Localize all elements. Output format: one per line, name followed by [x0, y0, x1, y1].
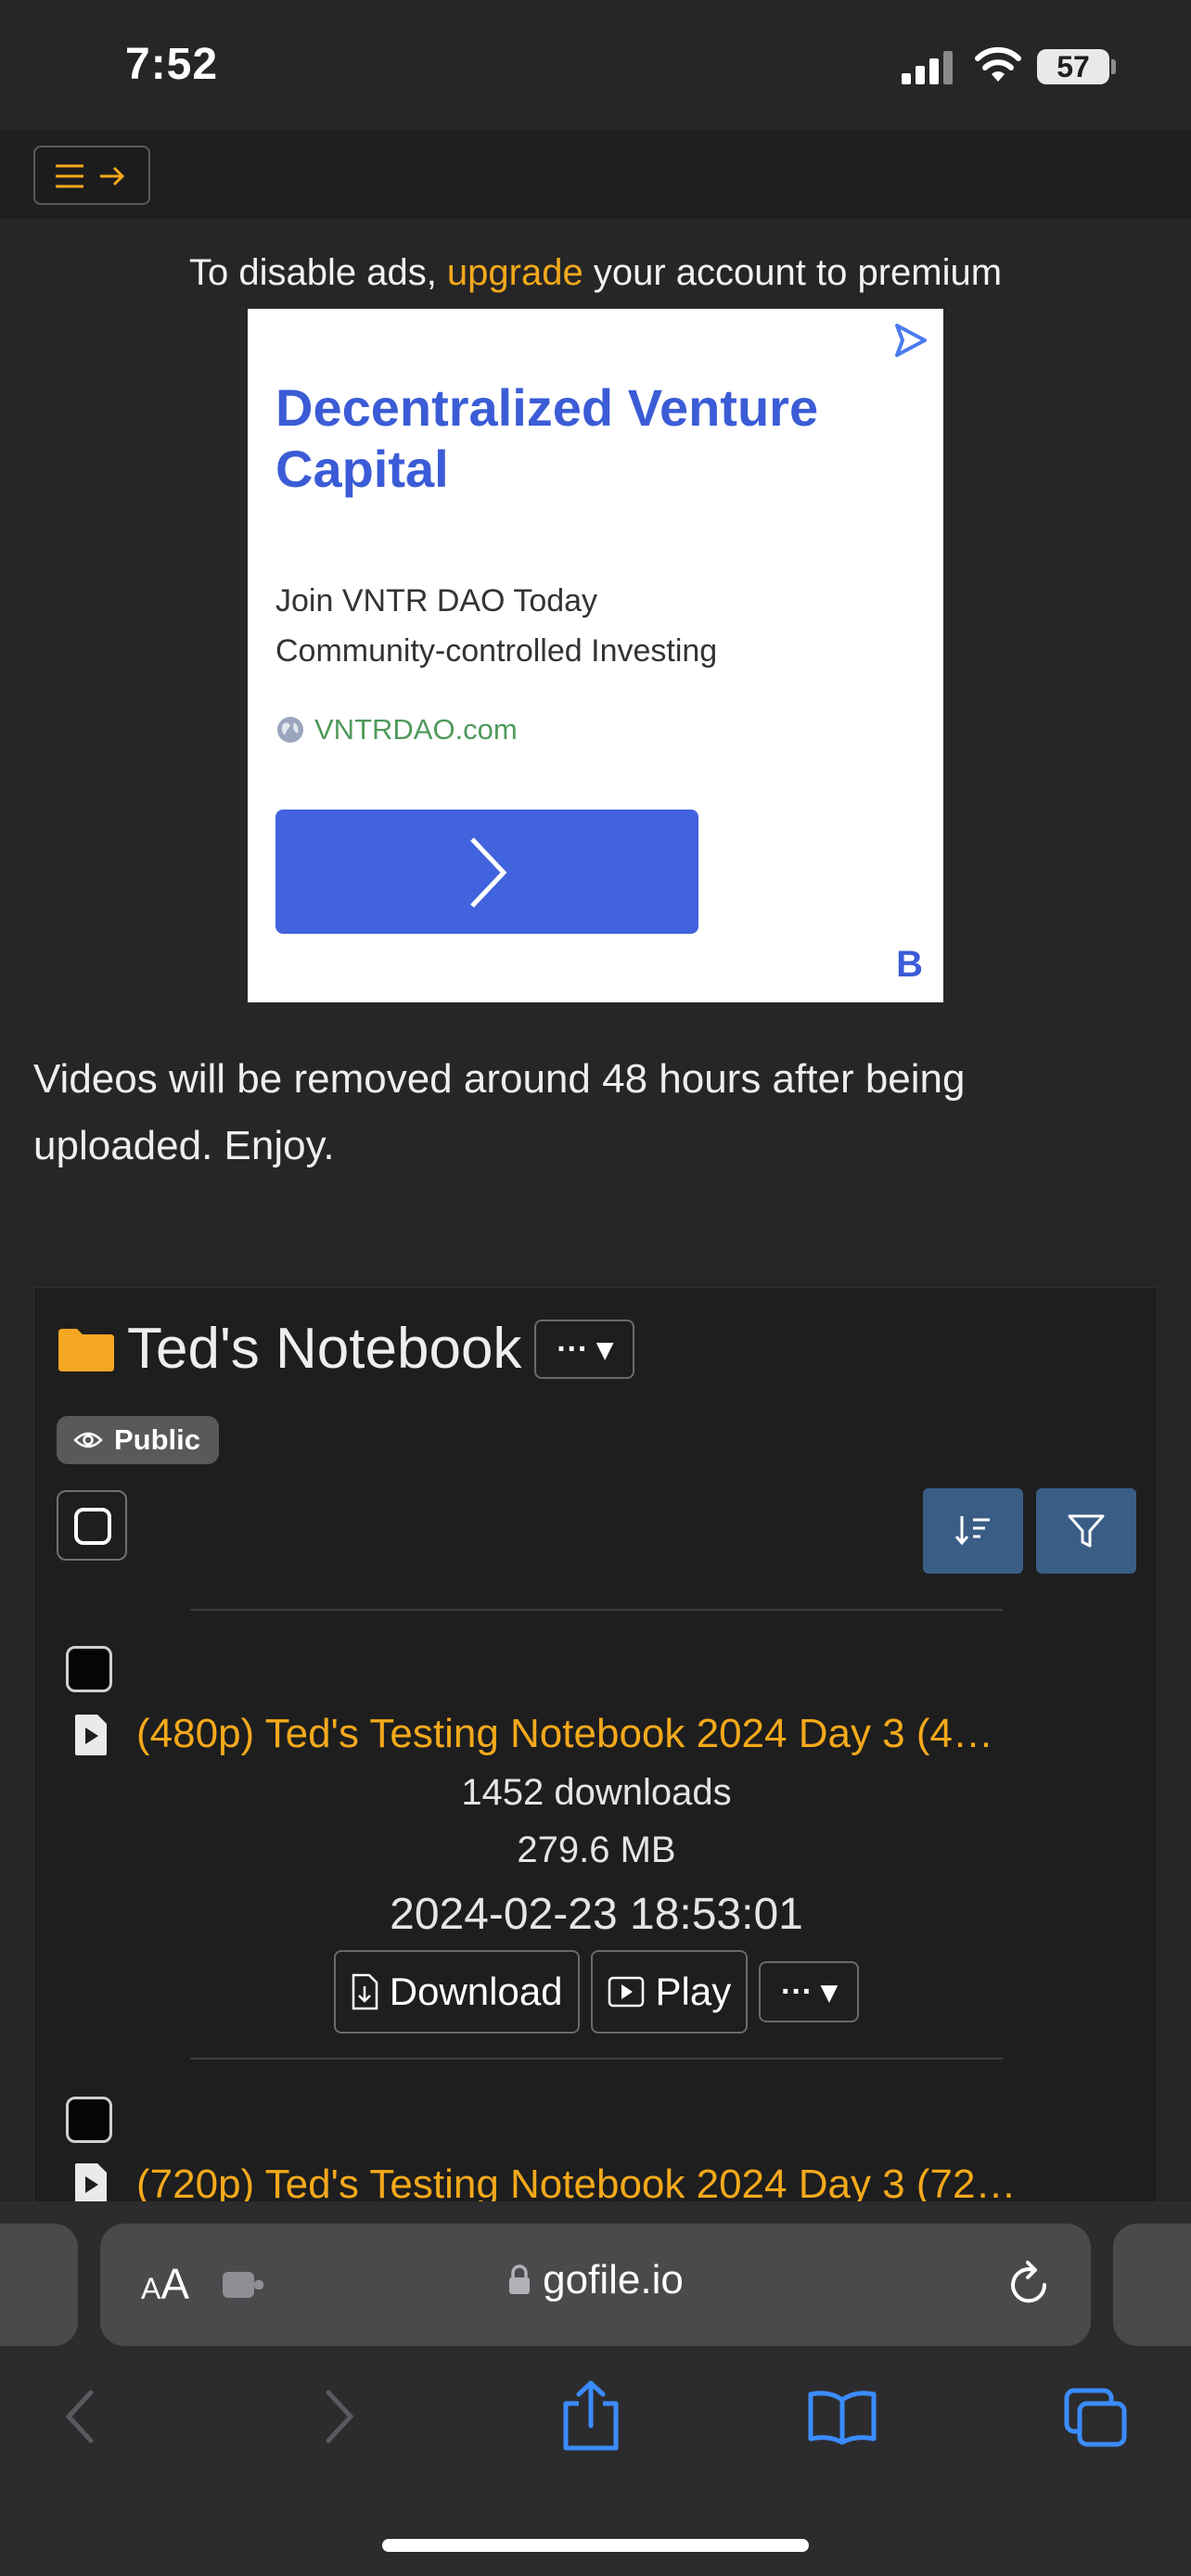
ad-notice: To disable ads, upgrade your account to …	[0, 252, 1191, 294]
address-bar[interactable]: AA gofile.io	[100, 2224, 1091, 2346]
eye-icon	[73, 1432, 103, 1448]
back-icon[interactable]	[61, 2387, 98, 2446]
tabs-icon[interactable]	[1063, 2387, 1130, 2450]
status-time: 7:52	[125, 40, 219, 89]
sort-icon	[954, 1516, 990, 1546]
previous-tab-preview[interactable]	[0, 2224, 78, 2346]
ad-url-row[interactable]: VNTRDAO.com	[275, 713, 518, 746]
status-bar: 7:52 57	[0, 0, 1191, 130]
filter-button[interactable]	[1036, 1488, 1136, 1574]
ad-cta-button[interactable]	[275, 810, 698, 934]
file-downloads: 1452 downloads	[461, 1772, 732, 1813]
filter-icon	[1068, 1514, 1105, 1548]
divider	[190, 1609, 1003, 1611]
share-icon[interactable]	[560, 2379, 621, 2454]
divider	[190, 2058, 1003, 2060]
folder-icon	[58, 1328, 114, 1371]
download-button[interactable]: Download	[333, 1950, 580, 2034]
url-display: gofile.io	[100, 2257, 1091, 2303]
lock-icon	[509, 2264, 531, 2294]
play-label: Play	[655, 1970, 732, 2013]
browser-chrome: AA gofile.io	[0, 2201, 1191, 2576]
file-more-button[interactable]: ··· ▾	[759, 1961, 860, 2022]
url-text: gofile.io	[543, 2257, 684, 2302]
next-tab-preview[interactable]	[1113, 2224, 1191, 2346]
ad-notice-prefix: To disable ads,	[188, 252, 447, 293]
file-checkbox[interactable]	[66, 2097, 112, 2143]
cellular-signal-icon	[902, 51, 954, 84]
file-date: 2024-02-23 18:53:01	[390, 1890, 803, 1939]
ad-line-2: Community-controlled Investing	[275, 633, 718, 669]
advertisement[interactable]: Decentralized Venture Capital Join VNTR …	[248, 309, 943, 1002]
globe-icon	[277, 717, 303, 743]
home-indicator	[382, 2539, 809, 2552]
ad-network-logo: B	[896, 944, 923, 985]
ad-notice-suffix: your account to premium	[583, 252, 1003, 293]
ad-title[interactable]: Decentralized Venture Capital	[275, 377, 888, 500]
bookmarks-icon[interactable]	[807, 2387, 877, 2446]
menu-arrow-icon	[56, 164, 125, 188]
reload-icon[interactable]	[1005, 2259, 1054, 2311]
folder-panel: Ted's Notebook ··· ▾ Public (480p) Ted's…	[33, 1287, 1158, 2214]
folder-header: Ted's Notebook ··· ▾	[57, 1316, 635, 1382]
upgrade-link[interactable]: upgrade	[447, 252, 583, 293]
browser-toolbar	[0, 2380, 1191, 2489]
ad-choices-icon[interactable]	[890, 320, 930, 361]
sort-button[interactable]	[923, 1488, 1023, 1574]
menu-toggle-button[interactable]	[33, 146, 150, 205]
chevron-right-icon	[470, 837, 507, 908]
file-size: 279.6 MB	[517, 1830, 676, 1870]
file-checkbox[interactable]	[66, 1646, 112, 1692]
battery-nub	[1111, 59, 1116, 74]
public-badge-label: Public	[114, 1423, 201, 1456]
file-title[interactable]: (480p) Ted's Testing Notebook 2024 Day 3…	[136, 1711, 1138, 1757]
wifi-icon	[975, 46, 1021, 82]
select-all-checkbox[interactable]	[57, 1490, 127, 1561]
ad-line-1: Join VNTR DAO Today	[275, 583, 598, 618]
top-nav	[0, 130, 1191, 219]
battery-icon: 57	[1037, 49, 1109, 84]
download-icon	[352, 1973, 378, 2010]
play-button[interactable]: Play	[590, 1950, 749, 2034]
public-badge: Public	[57, 1416, 220, 1464]
download-label: Download	[389, 1970, 563, 2013]
play-icon	[608, 1976, 644, 2008]
retention-notice: Videos will be removed around 48 hours a…	[33, 1056, 966, 1168]
video-file-icon	[75, 2163, 107, 2204]
folder-name: Ted's Notebook	[127, 1317, 522, 1381]
ad-url: VNTRDAO.com	[314, 713, 518, 746]
video-file-icon	[75, 1715, 107, 1755]
forward-icon[interactable]	[321, 2387, 358, 2446]
file-actions: Download Play ··· ▾	[34, 1950, 1159, 2034]
checkbox-square	[74, 1508, 111, 1545]
folder-options-button[interactable]: ··· ▾	[534, 1319, 635, 1379]
